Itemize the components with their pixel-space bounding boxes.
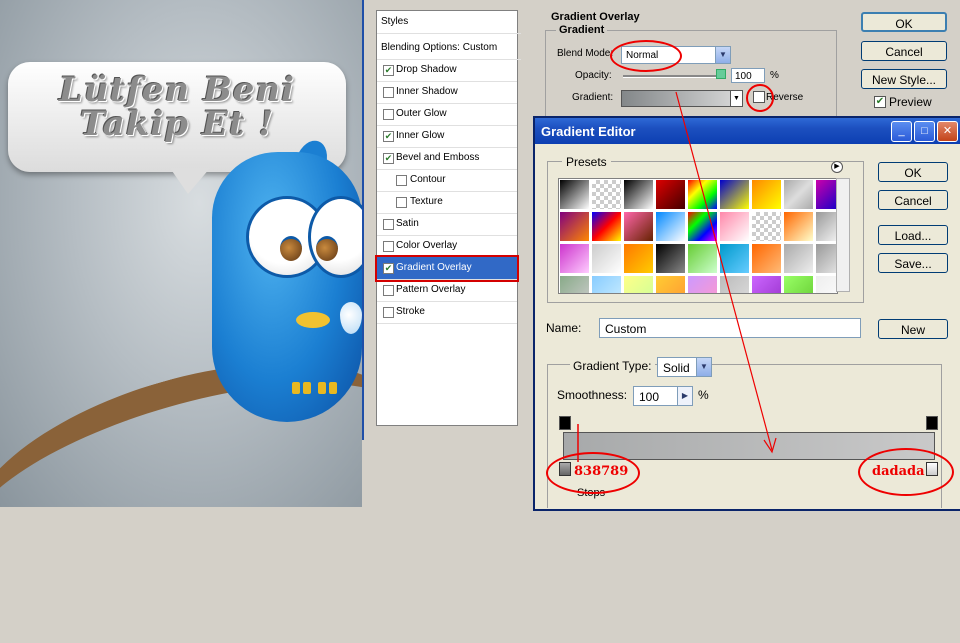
annotation-arrows (577, 91, 777, 462)
annotation-arrow-line (675, 91, 773, 451)
annotation-arrow-head (763, 437, 777, 454)
